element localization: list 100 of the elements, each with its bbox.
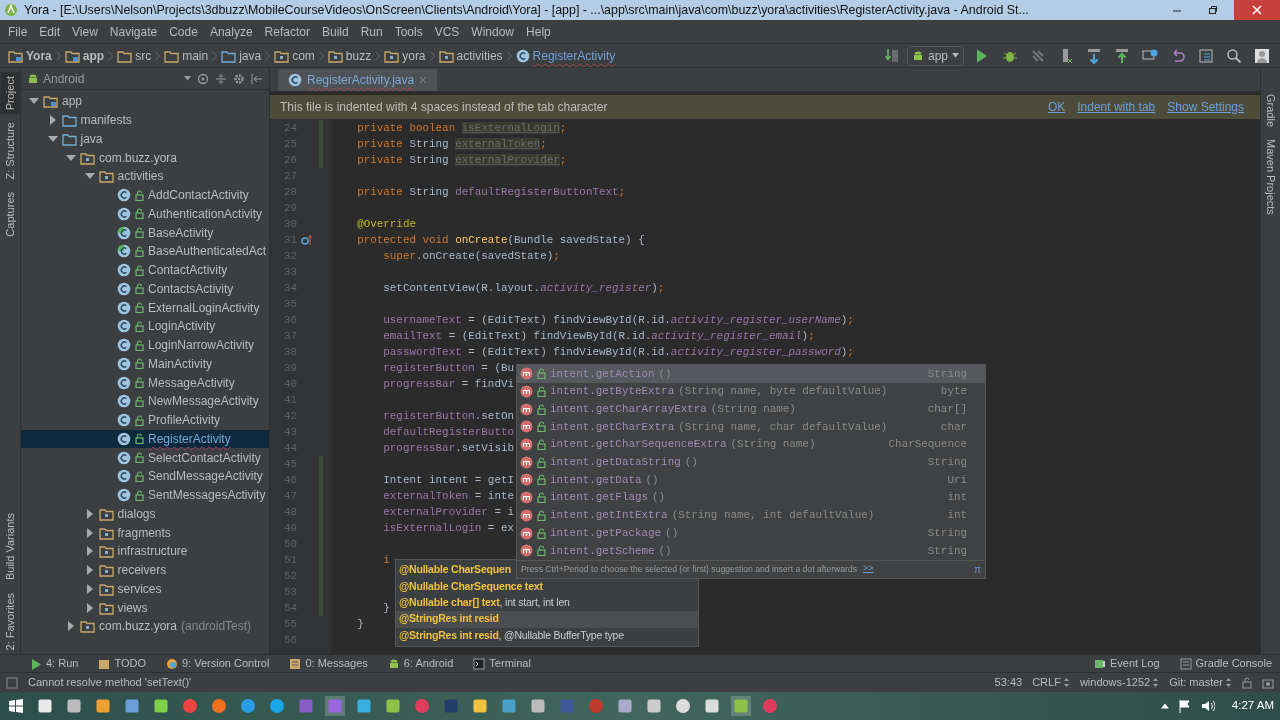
completion-item[interactable]: intent.getPackage () String [517, 524, 985, 542]
tree-item[interactable]: dialogs [21, 504, 269, 524]
completion-item[interactable]: intent.getIntExtra (String name, int defaultValue) int [517, 506, 985, 525]
completion-item[interactable]: intent.getByteExtra (String name, byte defaultValue) byte [517, 382, 985, 401]
tool-window-tab[interactable]: 9: Version Control [158, 655, 278, 672]
breadcrumb-item[interactable]: src [113, 46, 156, 65]
run-configuration-dropdown[interactable]: app [906, 45, 964, 66]
menu-item[interactable]: Help [520, 20, 557, 43]
notification-link[interactable]: Show Settings [1161, 98, 1250, 116]
menu-item[interactable]: Tools [388, 20, 429, 43]
tree-item[interactable]: ExternalLoginActivity [21, 298, 269, 317]
tree-item[interactable]: AuthenticationActivity [21, 204, 269, 224]
tool-window-tab[interactable]: Project [0, 72, 20, 115]
git-branch-selector[interactable]: Git: master [1169, 674, 1232, 691]
tree-item[interactable]: LoginActivity [21, 317, 269, 336]
vcs-update-icon [1086, 47, 1102, 64]
tree-item[interactable]: RegisterActivity [21, 429, 269, 449]
menu-item[interactable]: Window [465, 20, 521, 43]
menu-item[interactable]: VCS [428, 20, 466, 43]
tool-window-tab[interactable]: Terminal [465, 655, 539, 672]
tool-window-tab[interactable]: Gradle [1261, 92, 1280, 130]
menu-item[interactable]: Refactor [258, 20, 316, 43]
completion-item[interactable]: intent.getCharSequenceExtra (String name) CharSequence [517, 435, 985, 454]
editor-tab[interactable]: RegisterActivity.java [278, 69, 438, 91]
app-icon [530, 698, 546, 714]
class-icon [117, 469, 131, 484]
tool-window-tab[interactable]: Z: Structure [0, 118, 20, 184]
line-separator-selector[interactable]: CRLF [1032, 674, 1070, 691]
breadcrumb-item[interactable]: main [160, 46, 213, 65]
tool-window-tab[interactable]: 6: Android [379, 655, 462, 672]
menu-item[interactable]: Run [354, 20, 389, 43]
completion-item[interactable]: intent.getData () Uri [517, 471, 985, 489]
tool-window-tab[interactable]: Event Log [1086, 655, 1168, 672]
tool-window-tab[interactable]: TODO [90, 655, 154, 672]
taskbar-app-button[interactable] [267, 696, 287, 716]
tree-item[interactable]: LoginNarrowActivity [21, 335, 269, 355]
menu-item[interactable]: View [66, 20, 104, 43]
completion-item[interactable]: intent.getCharExtra (String name, char defaultValue) char [517, 418, 985, 436]
menu-item[interactable]: Navigate [103, 20, 164, 43]
taskbar-app-button[interactable] [673, 696, 693, 716]
menu-item[interactable]: File [2, 20, 34, 43]
breadcrumb-item[interactable]: yora [380, 46, 430, 65]
tree-item[interactable]: com.buzz.yora (androidTest) [21, 617, 269, 636]
tree-item[interactable]: com.buzz.yora [21, 148, 269, 167]
tree-item[interactable]: ContactActivity [21, 260, 269, 280]
tree-item[interactable]: ContactsActivity [21, 279, 269, 299]
menu-item[interactable]: Build [315, 20, 355, 43]
tree-item[interactable]: MainActivity [21, 354, 269, 374]
tree-item[interactable]: BaseAuthenticatedAct [21, 242, 269, 261]
breadcrumb-item[interactable]: buzz [323, 46, 376, 65]
breadcrumb-item[interactable]: RegisterActivity [511, 46, 620, 65]
tree-item[interactable]: fragments [21, 523, 269, 542]
completion-item[interactable]: intent.getScheme () String [517, 541, 985, 560]
completion-item[interactable]: intent.getCharArrayExtra (String name) char[] [517, 400, 985, 419]
tree-item[interactable]: views [21, 598, 269, 617]
menu-item[interactable]: Code [163, 20, 204, 43]
package-folder-icon [98, 581, 114, 596]
tree-item[interactable]: services [21, 579, 269, 599]
window-title: Yora - [E:\Users\Nelson\Projects\3dbuzz\MobileCourseVideos\OnScreen\Clients\Android\Yora] - [app] - ...\app\src\main\java\com\buzz\yora\activities\RegisterActivity.java - Android St... [24, 1, 1030, 19]
notification-link[interactable]: OK [1041, 98, 1072, 116]
tree-item[interactable]: app [21, 92, 269, 111]
tool-window-tab[interactable]: Build Variants [0, 509, 20, 585]
menu-item[interactable]: Edit [33, 20, 67, 43]
inspector-icon [1262, 676, 1274, 689]
tool-window-tab[interactable]: Captures [0, 187, 20, 241]
tree-item[interactable]: SelectContactActivity [21, 448, 269, 467]
tree-item[interactable]: NewMessageActivity [21, 392, 269, 411]
menu-item[interactable]: Analyze [203, 20, 259, 43]
breadcrumb-item[interactable]: app [60, 46, 109, 65]
close-button[interactable] [1234, 0, 1280, 20]
tree-item[interactable]: AddContactActivity [21, 185, 269, 205]
tree-item[interactable]: SendMessageActivity [21, 467, 269, 486]
tree-item[interactable]: java [21, 129, 269, 149]
caret-icon [184, 76, 191, 81]
caret-position[interactable]: 53:43 [994, 674, 1023, 691]
tree-item[interactable]: activities [21, 167, 269, 186]
tool-window-tab[interactable]: Maven Projects [1261, 137, 1280, 217]
tree-item[interactable]: ProfileActivity [21, 410, 269, 430]
tree-item[interactable]: receivers [21, 560, 269, 580]
more-link[interactable]: >> [863, 562, 874, 576]
breadcrumb-item[interactable]: Yora [4, 46, 56, 65]
tool-window-tab[interactable]: 0: Messages [281, 655, 376, 672]
tool-window-tab[interactable]: Gradle Console [1171, 655, 1280, 672]
completion-item[interactable]: intent.getDataString () String [517, 453, 985, 472]
tool-window-tab[interactable]: 4: Run [22, 655, 87, 672]
tree-item[interactable]: MessageActivity [21, 373, 269, 392]
collapsed-arrow-icon [84, 583, 95, 594]
breadcrumb-item[interactable]: activities [434, 46, 507, 65]
tree-item[interactable]: SentMessagesActivity [21, 485, 269, 505]
tree-item[interactable]: manifests [21, 110, 269, 130]
encoding-selector[interactable]: windows-1252 [1079, 674, 1160, 691]
completion-item[interactable]: intent.getFlags () int [517, 488, 985, 507]
breadcrumb-item[interactable]: java [217, 46, 266, 65]
tool-window-tab[interactable]: 2: Favorites [0, 588, 20, 654]
project-view-dropdown[interactable]: Android [27, 69, 85, 88]
tree-item[interactable]: infrastructure [21, 542, 269, 561]
tree-item[interactable]: BaseActivity [21, 223, 269, 242]
notification-link[interactable]: Indent with tab [1071, 98, 1162, 116]
breadcrumb-item[interactable]: com [270, 46, 319, 65]
start-button[interactable] [6, 696, 26, 716]
